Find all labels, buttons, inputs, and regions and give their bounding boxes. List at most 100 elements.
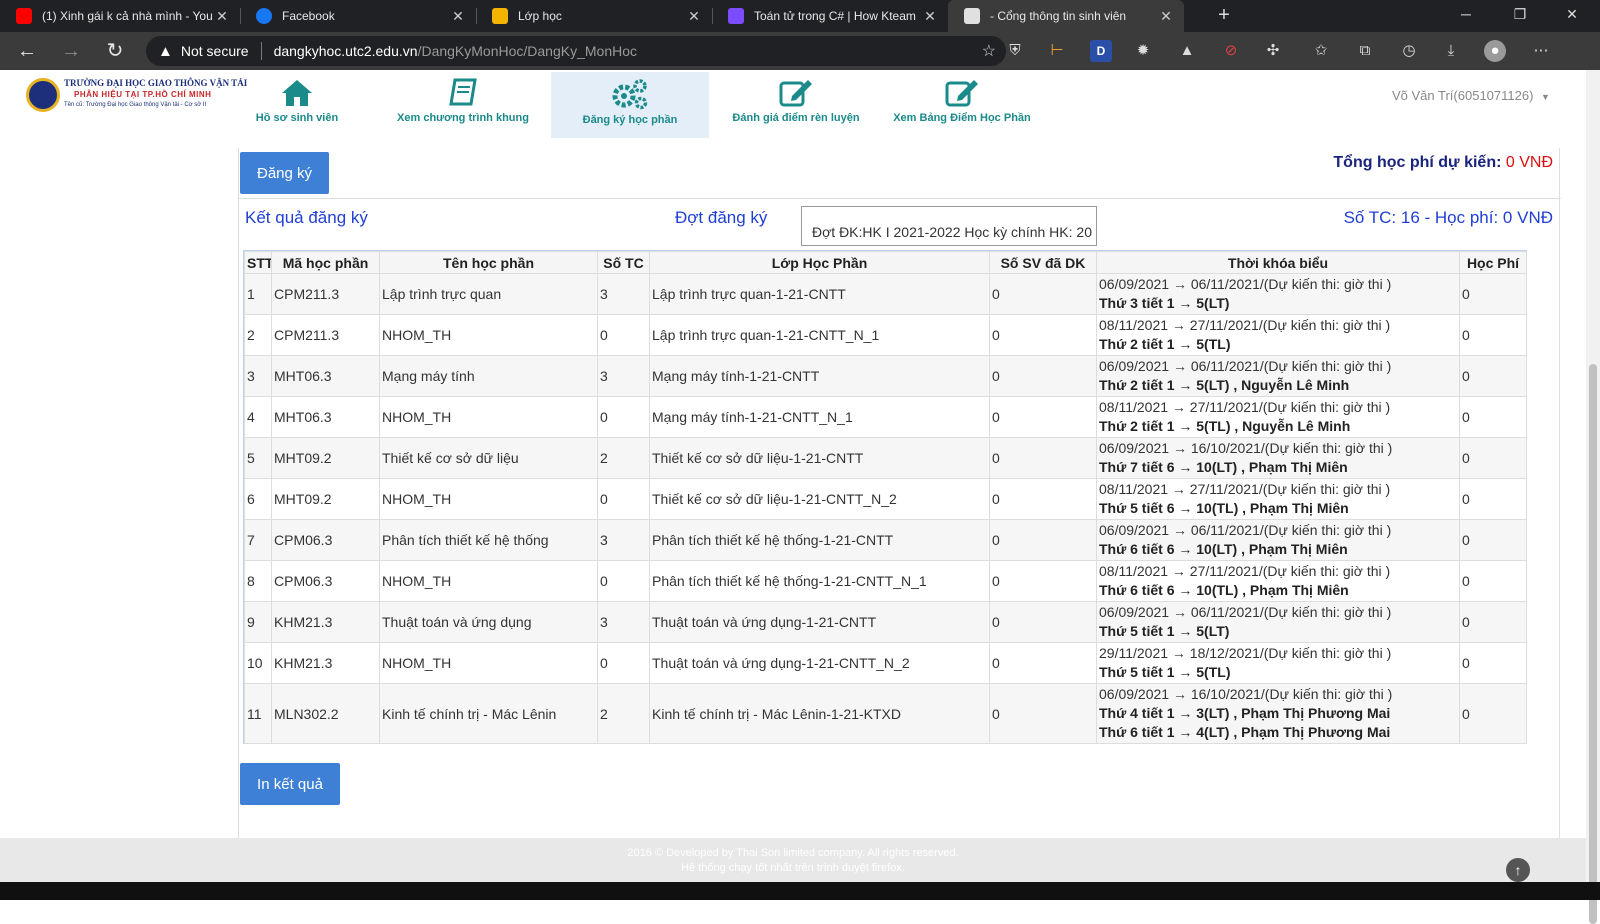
- close-tab-icon[interactable]: ✕: [1156, 8, 1176, 25]
- cell-course-name: Phân tích thiết kế hệ thống: [379, 519, 598, 561]
- nav-label: Đăng ký học phần: [582, 114, 678, 126]
- browser-toolbar: ← → ↻ ▲ Not secure dangkyhoc.utc2.edu.vn…: [0, 32, 1600, 70]
- new-tab-button[interactable]: +: [1212, 4, 1236, 27]
- cell-fee: 0: [1459, 601, 1527, 643]
- blocker-icon[interactable]: ⊘: [1220, 40, 1242, 62]
- cell-schedule: 08/11/2021 → 27/11/2021/(Dự kiến thi: gi…: [1096, 560, 1460, 602]
- puzzle-icon[interactable]: ✣: [1262, 40, 1284, 62]
- cell-course-code: CPM211.3: [271, 273, 380, 315]
- page-icon: [964, 8, 980, 24]
- kteam-icon: [728, 8, 744, 24]
- minimize-icon[interactable]: ─: [1446, 6, 1486, 22]
- youtube-icon: [16, 8, 32, 24]
- browser-tab[interactable]: (1) Xinh gái k cả nhà mình - YouTube ✕: [0, 0, 240, 32]
- bug-icon[interactable]: ✹: [1132, 40, 1154, 62]
- cell-course-code: KHM21.3: [271, 601, 380, 643]
- cell-course-code: CPM211.3: [271, 314, 380, 356]
- cell-course-name: Kinh tế chính trị - Mác Lênin: [379, 683, 598, 744]
- nav-ho-so-sinh-vien[interactable]: Hồ sơ sinh viên: [218, 72, 376, 138]
- browser-tab-active[interactable]: - Cổng thông tin sinh viên ✕: [948, 0, 1184, 32]
- print-result-button[interactable]: In kết quả: [240, 763, 340, 805]
- cell-course-name: NHOM_TH: [379, 560, 598, 602]
- forward-icon[interactable]: →: [58, 38, 84, 64]
- school-logo[interactable]: TRƯỜNG ĐẠI HỌC GIAO THÔNG VẬN TẢI PHÂN H…: [26, 78, 247, 116]
- table-body: 1 CPM211.3 Lập trình trực quan 3 Lập trình t…: [244, 273, 1527, 744]
- estimated-fee-label: Tổng học phí dự kiến:: [1333, 154, 1502, 171]
- browser-tab-bar: (1) Xinh gái k cả nhà mình - YouTube ✕ F…: [0, 0, 1600, 32]
- favorites-icon[interactable]: ✩: [1310, 40, 1332, 62]
- close-tab-icon[interactable]: ✕: [212, 8, 232, 25]
- cell-stt: 5: [244, 437, 272, 479]
- cell-course-name: NHOM_TH: [379, 642, 598, 684]
- more-icon[interactable]: ⋯: [1530, 40, 1552, 62]
- taskbar: [0, 882, 1600, 900]
- table-row: 4 MHT06.3 NHOM_TH 0 Mạng máy tính-1-21-CNTT_…: [244, 396, 1527, 438]
- tab-title: (1) Xinh gái k cả nhà mình - YouTube: [42, 9, 212, 23]
- schedule-dates: 06/09/2021 → 06/11/2021/(Dự kiến thi: gi…: [1099, 276, 1392, 292]
- logo-note: Tên cũ: Trường Đại học Giao thông Vận tả…: [64, 102, 207, 108]
- user-menu[interactable]: Võ Văn Trí(6051071126) ▼: [1392, 88, 1550, 103]
- triangle-icon[interactable]: ▲: [1176, 40, 1198, 62]
- cell-fee: 0: [1459, 683, 1527, 744]
- close-tab-icon[interactable]: ✕: [920, 8, 940, 25]
- column-header: Thời khóa biểu: [1096, 251, 1460, 274]
- footer-note: Hệ thống chạy tốt nhất trên trình duyệt …: [681, 862, 905, 874]
- download-icon[interactable]: ⤓: [1440, 40, 1462, 62]
- page-scrollbar[interactable]: [1586, 70, 1600, 924]
- nav-dang-ky-hoc-phan[interactable]: Đăng ký học phần: [551, 72, 709, 138]
- schedule-slot: Thứ 3 tiết 1 → 5(LT): [1099, 295, 1230, 311]
- profile-avatar-icon[interactable]: ●: [1484, 40, 1506, 62]
- cell-course-name: Thuật toán và ứng dụng: [379, 601, 598, 643]
- close-tab-icon[interactable]: ✕: [684, 8, 704, 25]
- close-tab-icon[interactable]: ✕: [448, 8, 468, 25]
- cell-credits: 2: [597, 683, 650, 744]
- cell-class: Lập trình trực quan-1-21-CNTT: [649, 273, 990, 315]
- registration-panel: Đăng ký Tổng học phí dự kiến: 0 VNĐ Kết …: [238, 148, 1561, 846]
- table-row: 1 CPM211.3 Lập trình trực quan 3 Lập trình t…: [244, 273, 1527, 315]
- schedule-slot: Thứ 5 tiết 1 → 5(TL): [1099, 664, 1231, 680]
- extension-icon[interactable]: ⊢: [1046, 40, 1068, 62]
- schedule-dates: 29/11/2021 → 18/12/2021/(Dự kiến thi: gi…: [1099, 645, 1392, 661]
- table-header-row: STT Mã học phần Tên học phần Số TC Lớp H…: [244, 251, 1527, 274]
- cell-stt: 8: [244, 560, 272, 602]
- cell-course-code: MLN302.2: [271, 683, 380, 744]
- schedule-slot: Thứ 4 tiết 1 → 3(LT) , Phạm Thị Phương M…: [1099, 705, 1391, 721]
- period-select[interactable]: Đợt ĐK:HK I 2021-2022 Học kỳ chính HK: 2…: [801, 206, 1097, 246]
- add-favorite-icon[interactable]: ☆: [982, 41, 996, 61]
- browser-tab[interactable]: Facebook ✕: [240, 0, 476, 32]
- home-icon: [282, 80, 312, 106]
- cell-stt: 1: [244, 273, 272, 315]
- cell-fee: 0: [1459, 437, 1527, 479]
- nav-danh-gia-diem-ren-luyen[interactable]: Đánh giá điểm rèn luyện: [717, 72, 875, 138]
- period-label: Đợt đăng ký: [675, 208, 768, 227]
- browser-tab[interactable]: Toán tử trong C# | How Kteam ✕: [712, 0, 948, 32]
- scrollbar-thumb[interactable]: [1589, 364, 1597, 924]
- cell-credits: 0: [597, 478, 650, 520]
- address-bar[interactable]: ▲ Not secure dangkyhoc.utc2.edu.vn /Dang…: [146, 36, 1006, 66]
- table-row: 8 CPM06.3 NHOM_TH 0 Phân tích thiết kế hệ th…: [244, 560, 1527, 602]
- close-window-icon[interactable]: ✕: [1552, 6, 1592, 23]
- cell-registered-count: 0: [989, 683, 1097, 744]
- browser-tab[interactable]: Lớp học ✕: [476, 0, 712, 32]
- nav-xem-chuong-trinh-khung[interactable]: Xem chương trình khung: [384, 72, 542, 138]
- warning-icon: ▲: [158, 42, 173, 60]
- scroll-to-top-icon[interactable]: ↑: [1506, 858, 1530, 882]
- footer-copyright: 2016 © Developed by Thai Son limited com…: [627, 847, 959, 859]
- shield-icon[interactable]: ⛨: [1004, 40, 1026, 62]
- extension-d-icon[interactable]: D: [1090, 40, 1112, 62]
- history-icon[interactable]: ◷: [1398, 40, 1420, 62]
- nav-xem-bang-diem-hoc-phan[interactable]: Xem Bảng Điểm Học Phần: [883, 72, 1041, 138]
- cell-course-name: Thiết kế cơ sở dữ liệu: [379, 437, 598, 479]
- schedule-dates: 08/11/2021 → 27/11/2021/(Dự kiến thi: gi…: [1099, 563, 1391, 579]
- collections-icon[interactable]: ⧉: [1354, 40, 1376, 62]
- cell-credits: 3: [597, 601, 650, 643]
- reload-icon[interactable]: ↻: [102, 38, 128, 64]
- back-icon[interactable]: ←: [14, 38, 40, 64]
- tab-title: Toán tử trong C# | How Kteam: [754, 9, 916, 23]
- restore-icon[interactable]: ❐: [1500, 6, 1540, 23]
- cell-fee: 0: [1459, 560, 1527, 602]
- register-button[interactable]: Đăng ký: [240, 152, 329, 194]
- cell-stt: 4: [244, 396, 272, 438]
- cell-schedule: 08/11/2021 → 27/11/2021/(Dự kiến thi: gi…: [1096, 478, 1460, 520]
- cell-stt: 10: [244, 642, 272, 684]
